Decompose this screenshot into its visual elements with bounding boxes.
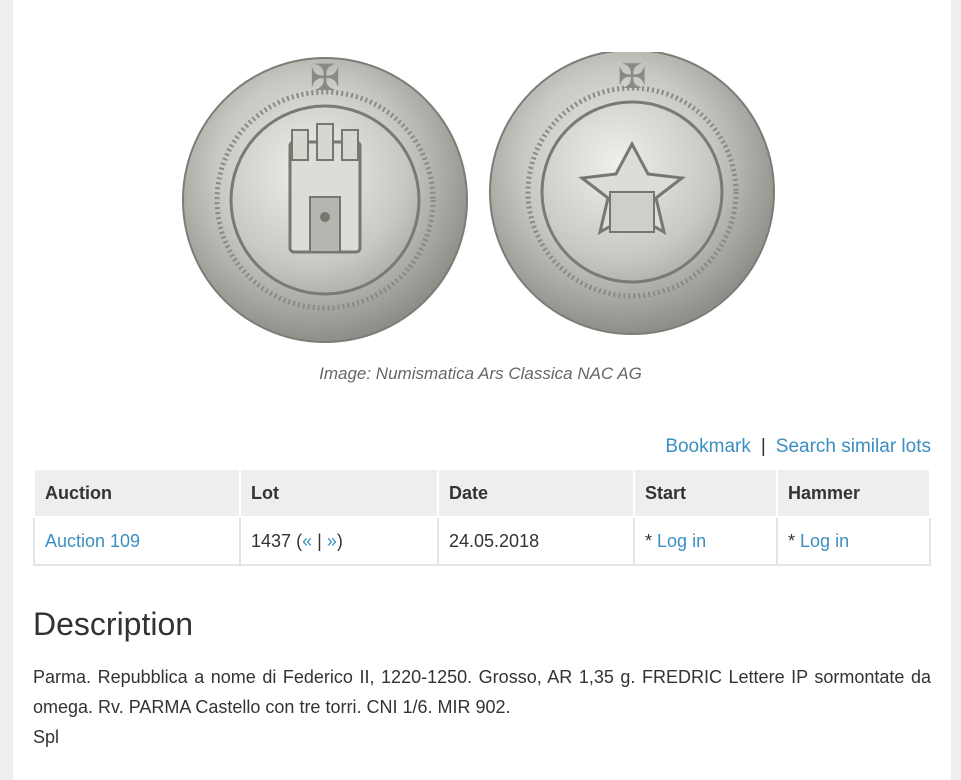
lot-cell: 1437 (« | »): [239, 516, 439, 566]
lot-nav-separator: |: [317, 530, 322, 551]
coin-obverse: ✠: [182, 57, 468, 343]
lot-actions: Bookmark | Search similar lots: [665, 436, 931, 458]
hammer-prefix: *: [788, 530, 796, 551]
hammer-login-link[interactable]: Log in: [800, 531, 849, 551]
next-lot-link[interactable]: »: [327, 531, 337, 551]
svg-text:✠: ✠: [618, 57, 647, 97]
lot-table: Auction Lot Date Start Hammer Auction 10…: [33, 468, 931, 566]
image-caption: Image: Numismatica Ars Classica NAC AG: [319, 364, 642, 383]
previous-lot-link[interactable]: «: [302, 531, 312, 551]
grade-text: Spl: [33, 727, 60, 747]
description-text: Parma. Repubblica a nome di Federico II,…: [33, 667, 931, 717]
coin-image[interactable]: ✠ ✠: [170, 52, 790, 352]
svg-text:✠: ✠: [310, 58, 340, 99]
start-prefix: *: [645, 530, 653, 551]
start-cell: * Log in: [633, 516, 778, 566]
table-row: Auction 109 1437 (« | ») 24.05.2018 * Lo…: [33, 516, 931, 566]
actions-separator: |: [760, 436, 766, 457]
start-login-link[interactable]: Log in: [657, 531, 706, 551]
auction-cell: Auction 109: [33, 516, 241, 566]
column-header-lot: Lot: [239, 468, 439, 518]
lot-number: 1437: [251, 530, 292, 551]
hammer-cell: * Log in: [776, 516, 931, 566]
bookmark-link[interactable]: Bookmark: [665, 436, 751, 458]
column-header-start: Start: [633, 468, 778, 518]
column-header-date: Date: [437, 468, 635, 518]
table-header-row: Auction Lot Date Start Hammer: [33, 468, 931, 518]
date-cell: 24.05.2018: [437, 516, 635, 566]
description-heading: Description: [33, 606, 194, 642]
column-header-auction: Auction: [33, 468, 241, 518]
column-header-hammer: Hammer: [776, 468, 931, 518]
auction-link[interactable]: Auction 109: [45, 531, 140, 551]
lot-nav-close: ): [336, 530, 343, 551]
coin-reverse: ✠: [489, 52, 775, 335]
search-similar-lots-link[interactable]: Search similar lots: [776, 436, 931, 458]
